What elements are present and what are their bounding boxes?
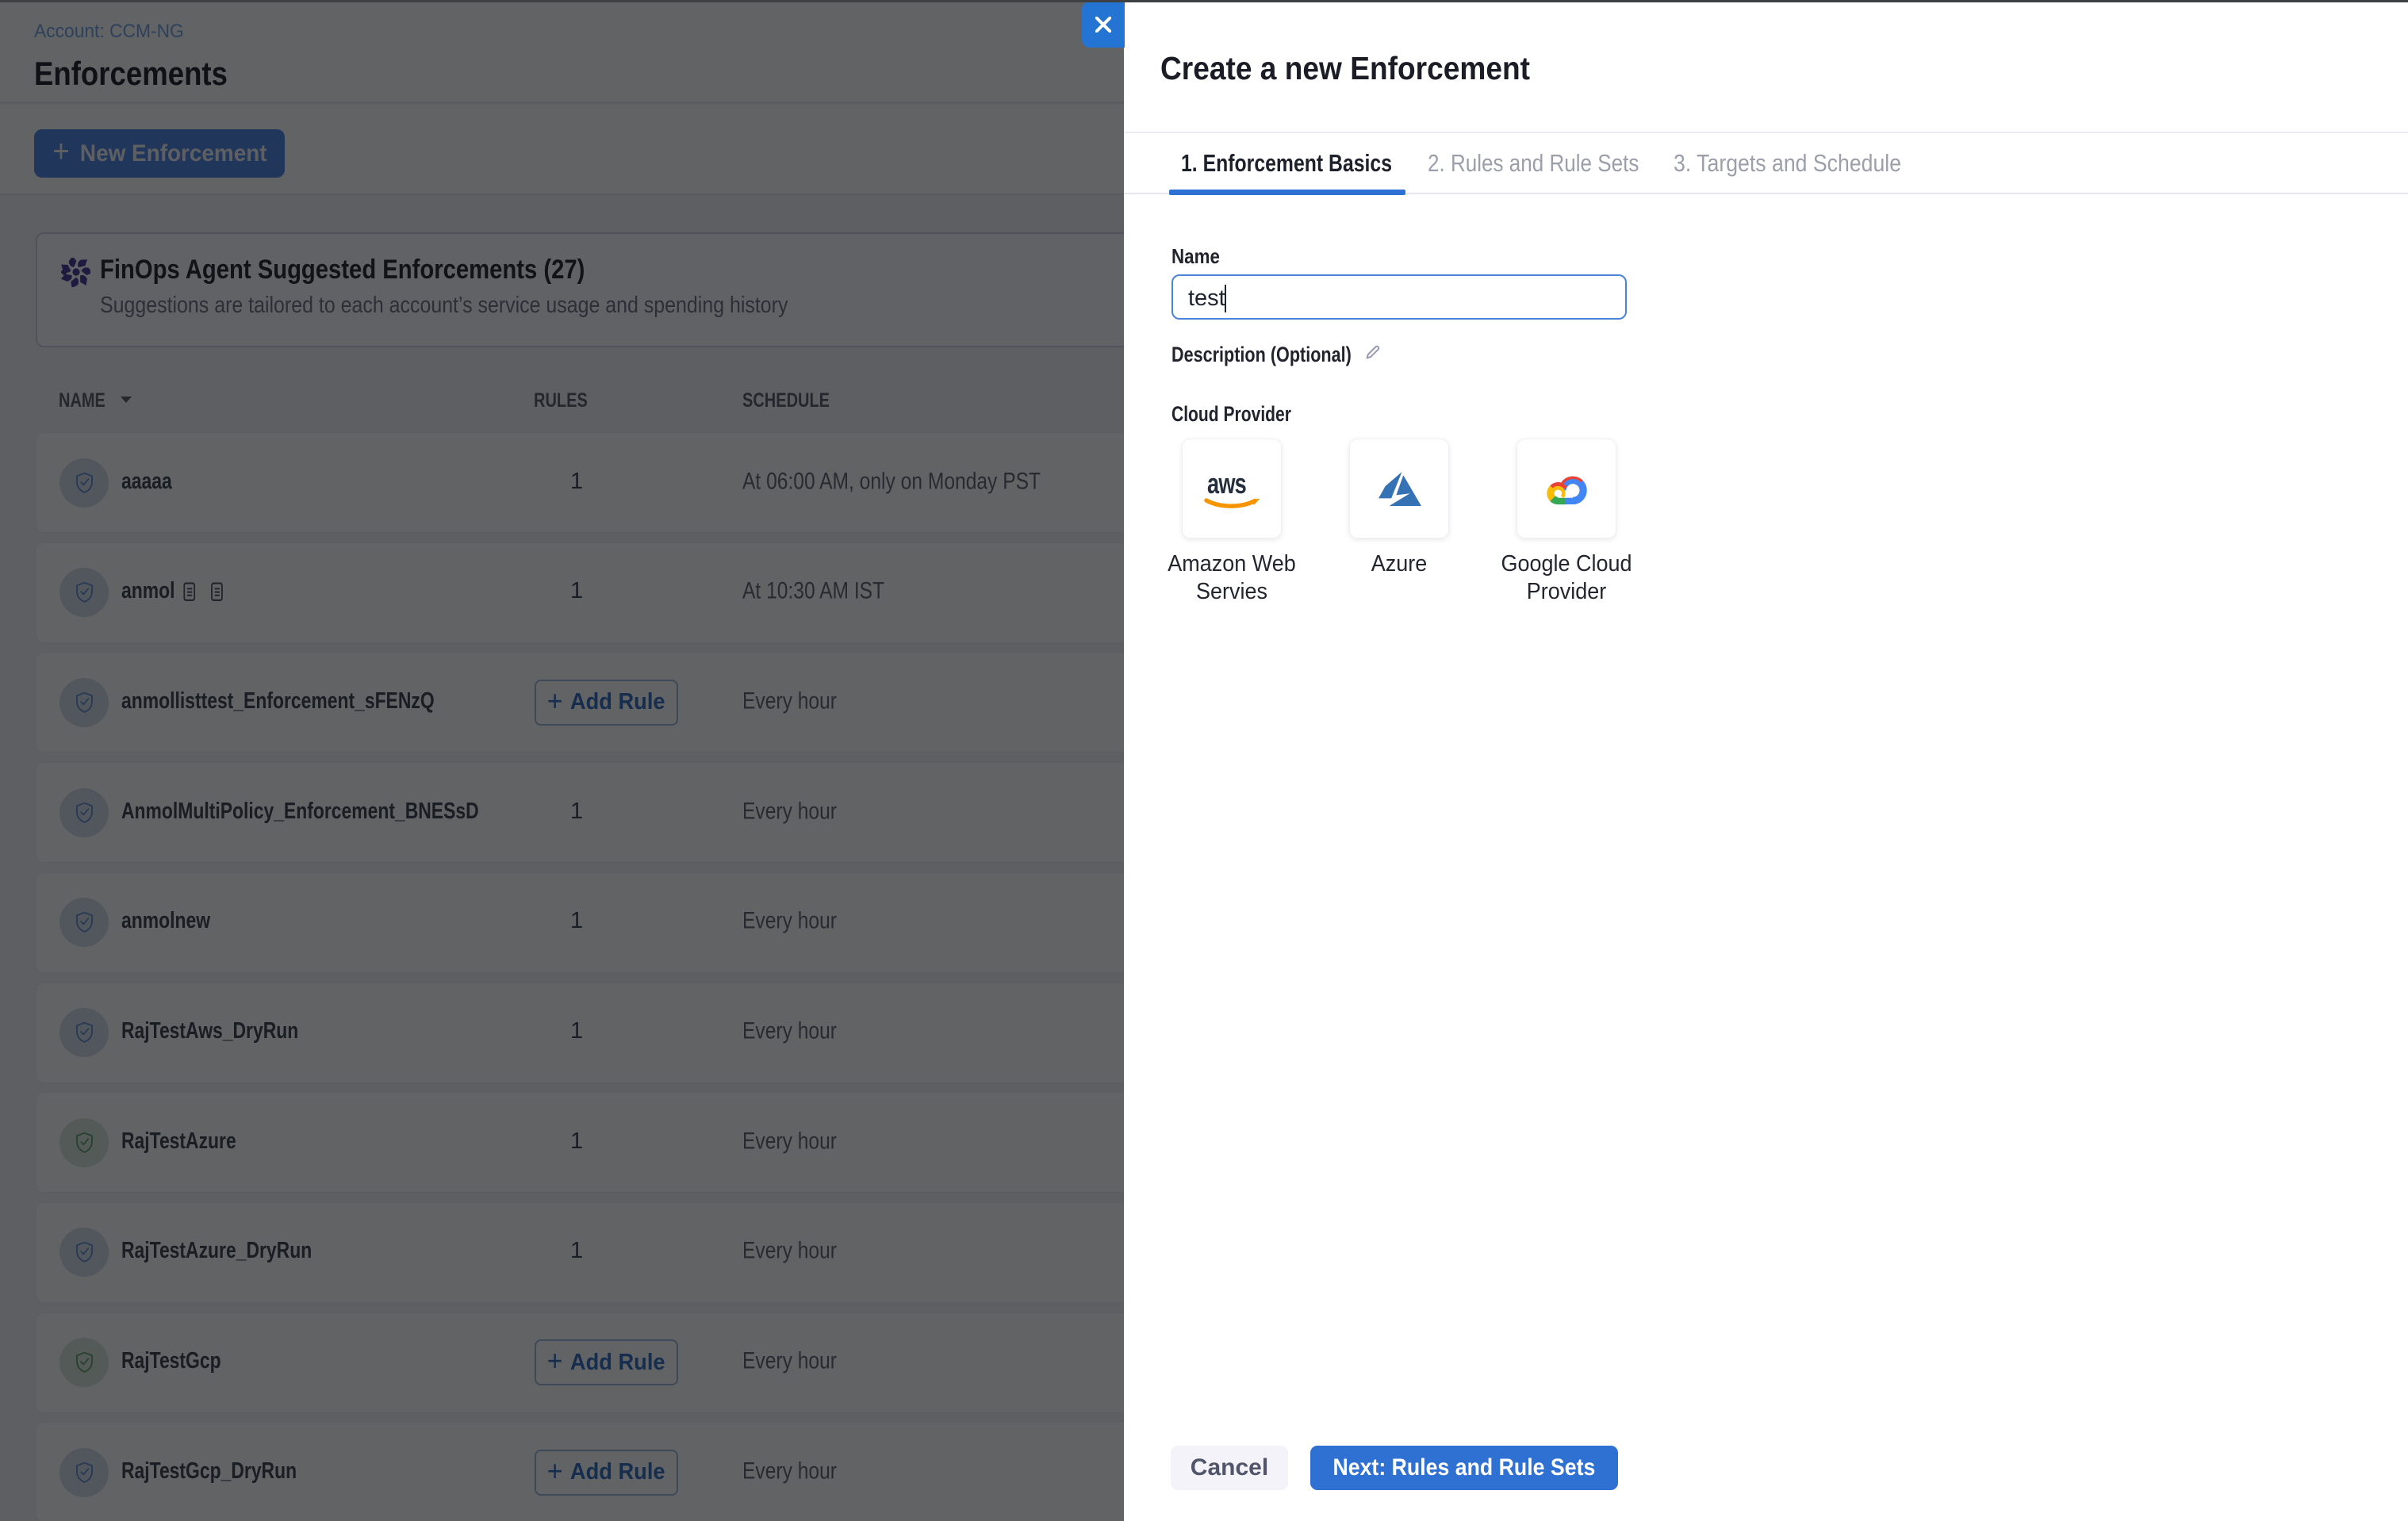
svg-text:aws: aws xyxy=(1207,468,1246,500)
